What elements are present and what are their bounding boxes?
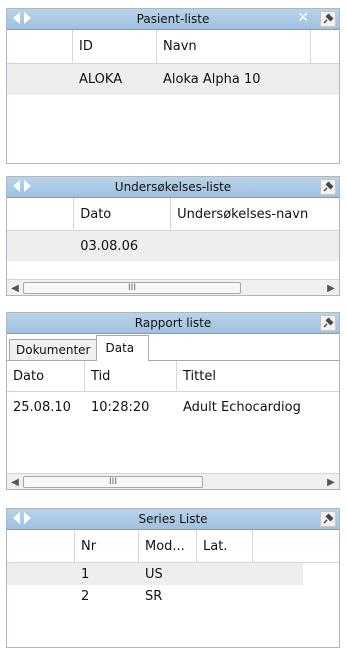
exam-list-titlebar: Undersøkelses-liste bbox=[7, 177, 339, 198]
column-header-date[interactable]: Dato bbox=[74, 198, 172, 230]
report-tabs: Dokumenter Data bbox=[7, 334, 339, 361]
scrollbar-thumb[interactable]: III bbox=[23, 476, 203, 488]
scroll-left-icon[interactable]: ◀ bbox=[7, 283, 23, 294]
column-header-laterality[interactable]: Lat. bbox=[197, 530, 253, 562]
table-header: Nr Mod... Lat. bbox=[7, 530, 339, 563]
cell-title: Adult Echocardiog bbox=[183, 399, 301, 415]
table-header: ID Navn bbox=[7, 30, 339, 64]
column-header-modality[interactable]: Mod... bbox=[139, 530, 197, 562]
cell-nr: 1 bbox=[81, 566, 90, 582]
table-row[interactable]: 2 SR bbox=[7, 585, 339, 607]
panel-title: Undersøkelses-liste bbox=[114, 180, 232, 194]
pin-icon[interactable] bbox=[320, 315, 336, 331]
series-list-titlebar: Series Liste bbox=[7, 509, 339, 530]
horizontal-scrollbar[interactable]: ◀ III ▶ bbox=[7, 473, 339, 489]
arrow-left-icon[interactable] bbox=[13, 180, 20, 192]
table-row[interactable]: 25.08.10 10:28:20 Adult Echocardiog bbox=[7, 392, 339, 422]
column-header-date[interactable]: Dato bbox=[7, 361, 85, 391]
panel-title: Series Liste bbox=[138, 512, 208, 526]
row-indicator-header bbox=[7, 30, 73, 63]
pin-icon[interactable] bbox=[320, 11, 336, 27]
column-header-id[interactable]: ID bbox=[73, 30, 157, 63]
report-list-titlebar: Rapport liste bbox=[7, 313, 339, 334]
table-row[interactable]: ALOKA Aloka Alpha 10 bbox=[7, 64, 339, 95]
column-header-exam-name[interactable]: Undersøkelses-navn bbox=[171, 207, 339, 222]
cell-modality: SR bbox=[145, 588, 163, 604]
scroll-left-icon[interactable]: ◀ bbox=[7, 477, 23, 488]
row-indicator-header bbox=[7, 530, 75, 562]
pin-icon[interactable] bbox=[320, 511, 336, 527]
arrow-left-icon[interactable] bbox=[13, 12, 20, 24]
cell-nr: 2 bbox=[81, 588, 90, 604]
column-header-nr[interactable]: Nr bbox=[75, 530, 139, 562]
column-header-name[interactable]: Navn bbox=[157, 30, 311, 63]
arrow-right-icon[interactable] bbox=[24, 12, 31, 24]
arrow-right-icon[interactable] bbox=[24, 512, 31, 524]
table-header: Dato Undersøkelses-navn bbox=[7, 198, 339, 231]
arrow-left-icon[interactable] bbox=[13, 512, 20, 524]
arrow-right-icon[interactable] bbox=[24, 180, 31, 192]
table-row[interactable]: 1 US bbox=[7, 563, 303, 585]
cell-name: Aloka Alpha 10 bbox=[163, 72, 261, 87]
close-icon[interactable]: ✕ bbox=[297, 10, 309, 26]
patient-list-titlebar: Pasient-liste ✕ bbox=[7, 9, 339, 30]
scroll-right-icon[interactable]: ▶ bbox=[323, 283, 339, 294]
report-list-panel: Rapport liste Dokumenter Data Dato Tid T… bbox=[6, 312, 340, 490]
column-header-time[interactable]: Tid bbox=[85, 361, 177, 391]
horizontal-scrollbar[interactable]: ◀ III ▶ bbox=[7, 279, 339, 295]
row-indicator-header bbox=[7, 198, 75, 230]
cell-date: 03.08.06 bbox=[80, 238, 139, 254]
exam-list-panel: Undersøkelses-liste Dato Undersøkelses-n… bbox=[6, 176, 340, 296]
tab-documents[interactable]: Dokumenter bbox=[9, 339, 98, 360]
table-row[interactable]: 03.08.06 bbox=[7, 231, 339, 261]
pin-icon[interactable] bbox=[320, 179, 336, 195]
column-header-title[interactable]: Tittel bbox=[177, 369, 339, 384]
cell-date: 25.08.10 bbox=[13, 399, 71, 415]
panel-title: Pasient-liste bbox=[136, 12, 210, 26]
series-list-panel: Series Liste Nr Mod... Lat. 1 US 2 SR bbox=[6, 508, 340, 648]
panel-title: Rapport liste bbox=[134, 316, 212, 330]
cell-id: ALOKA bbox=[79, 72, 123, 87]
scroll-right-icon[interactable]: ▶ bbox=[323, 477, 339, 488]
patient-list-panel: Pasient-liste ✕ ID Navn ALOKA Aloka Alph… bbox=[6, 8, 340, 164]
scrollbar-thumb[interactable]: III bbox=[23, 282, 241, 294]
cell-time: 10:28:20 bbox=[91, 399, 150, 415]
tab-data[interactable]: Data bbox=[96, 335, 150, 361]
cell-modality: US bbox=[145, 566, 163, 582]
table-header: Dato Tid Tittel bbox=[7, 361, 339, 392]
